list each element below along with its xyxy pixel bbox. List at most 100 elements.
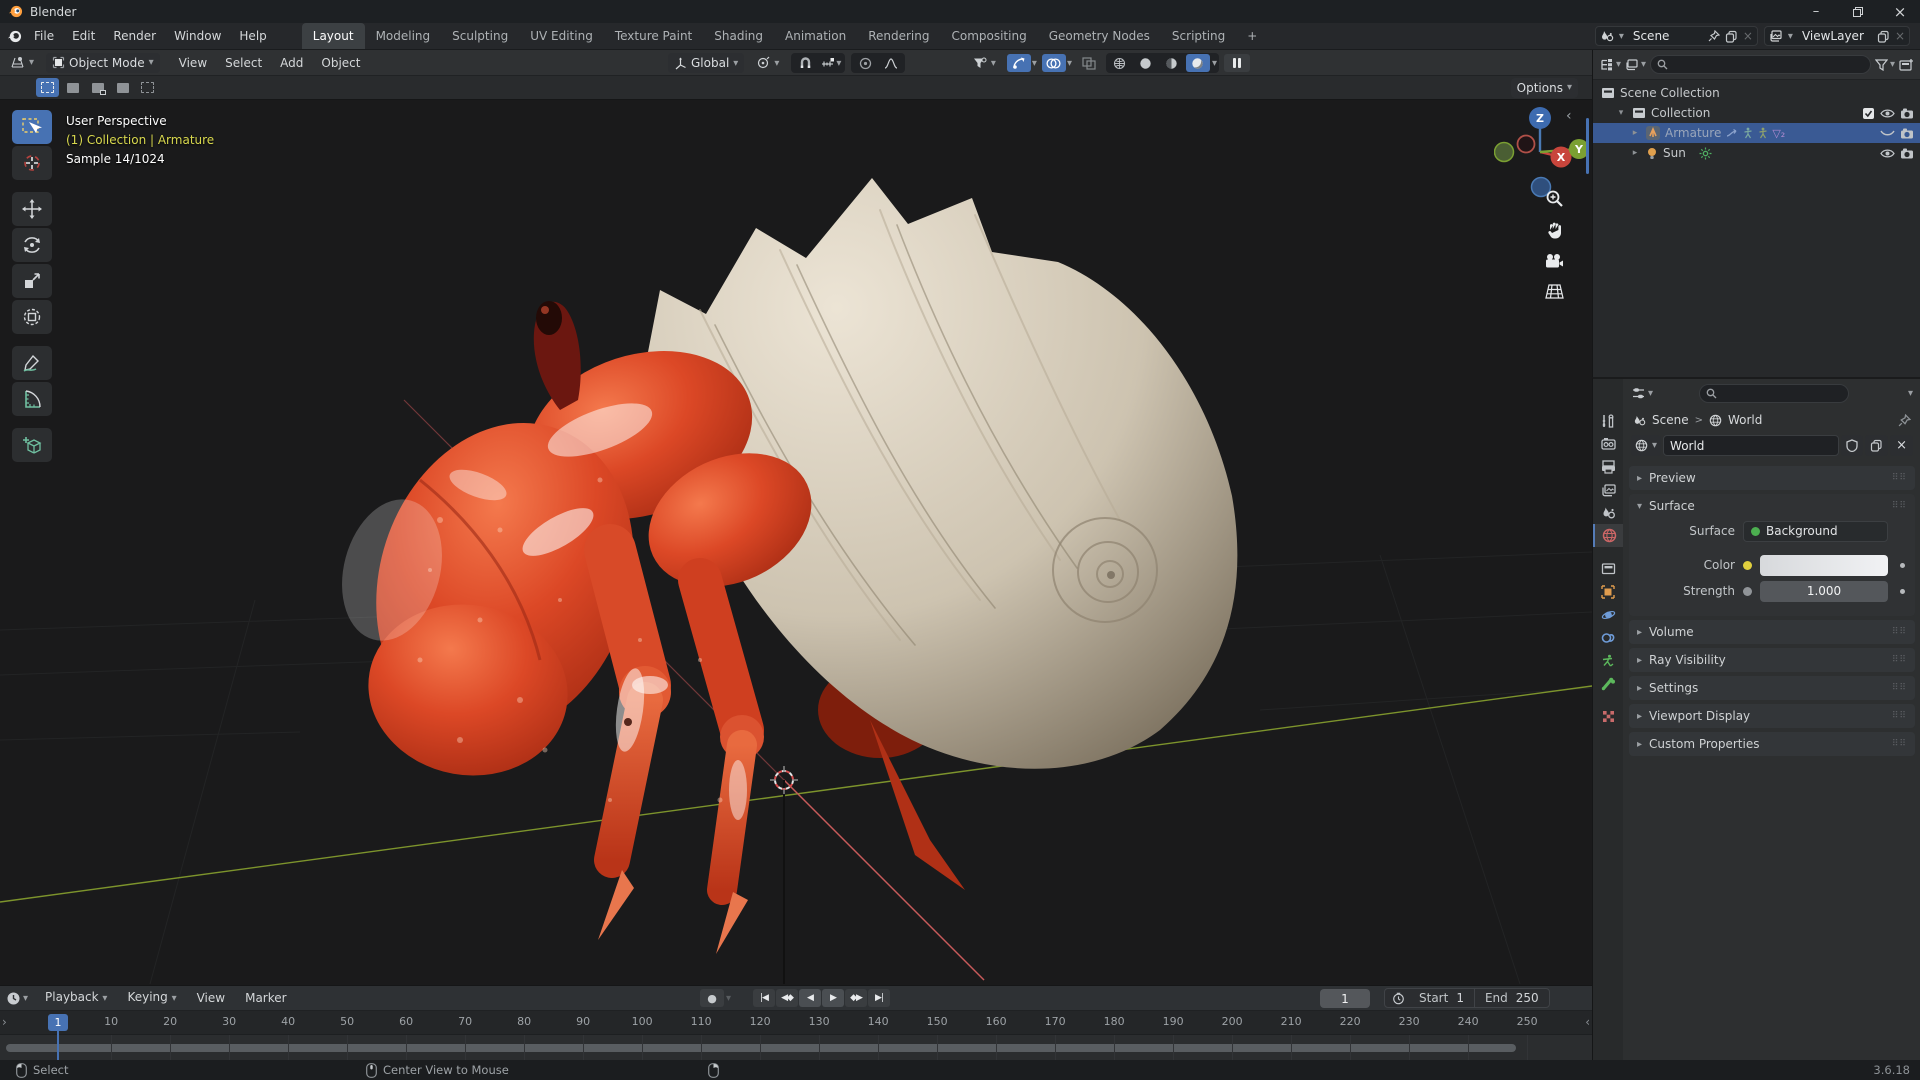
mode-dropdown[interactable]: Object Mode ▾ <box>46 52 160 73</box>
move-tool[interactable] <box>12 192 52 226</box>
end-frame-field[interactable]: End 250 <box>1475 989 1549 1007</box>
breadcrumb-scene[interactable]: Scene <box>1652 413 1689 427</box>
expander-icon[interactable]: ▾ <box>1615 108 1627 118</box>
copy-icon[interactable] <box>1725 30 1738 43</box>
jump-to-end-button[interactable]: ▶| <box>868 989 890 1007</box>
scale-tool[interactable] <box>12 264 52 298</box>
chevron-down-icon[interactable]: ▾ <box>1067 58 1072 69</box>
close-button[interactable]: × <box>1880 0 1920 23</box>
camera-visibility-icon[interactable] <box>1900 108 1914 119</box>
play-button[interactable]: ▶ <box>822 989 844 1007</box>
tab-physics[interactable] <box>1593 603 1623 626</box>
tab-geometry-nodes[interactable]: Geometry Nodes <box>1038 23 1161 49</box>
unlink-datablock-button[interactable]: × <box>1890 435 1913 456</box>
restore-button[interactable] <box>1838 0 1878 23</box>
current-frame-field[interactable]: 1 <box>1320 989 1370 1008</box>
select-mode-new[interactable] <box>36 78 59 97</box>
timeline-collapse-arrow-right[interactable]: ‹ <box>1585 1015 1590 1029</box>
tab-animation[interactable]: Animation <box>774 23 857 49</box>
select-mode-intersect[interactable] <box>136 78 159 97</box>
timeline-ruler[interactable]: › ‹ 110203040506070809010011012013014015… <box>0 1011 1592 1035</box>
fake-user-button[interactable] <box>1841 435 1864 456</box>
tab-world[interactable] <box>1593 524 1623 547</box>
timeline-menu-keying[interactable]: Keying ▾ <box>118 984 185 1012</box>
measure-tool[interactable] <box>12 382 52 416</box>
panel-grip[interactable]: ⠿⠿ <box>1892 683 1907 693</box>
minimize-button[interactable]: – <box>1796 0 1836 23</box>
outliner-row-sun[interactable]: ▸ Sun <box>1593 143 1920 163</box>
surface-shader-field[interactable]: Background <box>1743 520 1888 542</box>
timeline-menu-playback[interactable]: Playback ▾ <box>36 984 116 1012</box>
eye-icon[interactable] <box>1880 148 1895 159</box>
camera-view-button[interactable] <box>1540 247 1568 275</box>
view-layer-name[interactable]: ViewLayer <box>1798 29 1872 43</box>
menu-help[interactable]: Help <box>230 23 275 49</box>
panel-grip[interactable]: ⠿⠿ <box>1892 473 1907 483</box>
tab-compositing[interactable]: Compositing <box>940 23 1037 49</box>
menu-file[interactable]: File <box>25 23 63 49</box>
play-reverse-button[interactable]: ◀ <box>799 989 821 1007</box>
expander-icon[interactable]: ▸ <box>1629 148 1641 158</box>
jump-to-start-button[interactable]: |◀ <box>753 989 775 1007</box>
pan-view-button[interactable] <box>1540 216 1568 244</box>
tab-collection[interactable] <box>1593 557 1623 580</box>
tab-uv-editing[interactable]: UV Editing <box>519 23 604 49</box>
gizmo-x[interactable]: X <box>1550 146 1572 168</box>
world-browse-button[interactable]: ▾ <box>1631 435 1662 456</box>
outliner-display-mode-button[interactable]: ▾ <box>1625 58 1646 71</box>
options-button[interactable]: Options ▾ <box>1510 77 1578 98</box>
transform-tool[interactable] <box>12 300 52 334</box>
orthographic-toggle-button[interactable] <box>1540 277 1568 305</box>
outliner-row-collection[interactable]: ▾ Collection <box>1593 103 1920 123</box>
timeline-editor-type-button[interactable]: ▾ <box>6 991 28 1006</box>
panel-grip[interactable]: ⠿⠿ <box>1892 501 1907 511</box>
world-name-field[interactable]: World <box>1663 435 1840 456</box>
outliner-row-scene-collection[interactable]: Scene Collection <box>1593 83 1920 103</box>
prev-keyframe-button[interactable]: ◀◆ <box>776 989 798 1007</box>
tab-bone[interactable] <box>1593 672 1623 695</box>
pin-icon[interactable] <box>1708 30 1720 42</box>
auto-keying-button[interactable]: ● <box>700 989 724 1007</box>
annotate-tool[interactable] <box>12 346 52 380</box>
world-color-swatch[interactable] <box>1760 554 1888 576</box>
panel-grip[interactable]: ⠿⠿ <box>1892 627 1907 637</box>
animate-dot[interactable] <box>1900 588 1905 594</box>
add-workspace-button[interactable]: + <box>1236 23 1268 49</box>
outliner-search[interactable] <box>1650 55 1871 74</box>
outliner-filter-button[interactable]: ▾ <box>1874 58 1895 71</box>
gizmo-z[interactable]: Z <box>1529 107 1551 129</box>
select-mode-invert[interactable] <box>111 78 134 97</box>
snap-target-dropdown[interactable]: ▾ <box>819 54 843 72</box>
playhead[interactable]: 1 <box>48 1014 68 1031</box>
use-preview-range-icon[interactable] <box>1385 992 1409 1005</box>
timeline-track[interactable] <box>0 1035 1592 1060</box>
visibility-dropdown[interactable]: ▾ <box>967 53 1002 73</box>
new-collection-button[interactable] <box>1899 58 1914 71</box>
select-box-tool[interactable] <box>12 110 52 144</box>
tab-tool[interactable] <box>1593 409 1623 432</box>
editor-type-button[interactable]: ▾ <box>4 53 40 73</box>
overlays-toggle[interactable] <box>1041 54 1066 72</box>
panel-grip[interactable]: ⠿⠿ <box>1892 655 1907 665</box>
panel-preview[interactable]: ▸ Preview ⠿⠿ <box>1629 466 1915 490</box>
copy-icon[interactable] <box>1877 30 1890 43</box>
gizmos-toggle[interactable] <box>1006 54 1031 72</box>
tab-sculpting[interactable]: Sculpting <box>441 23 519 49</box>
eye-closed-icon[interactable] <box>1880 129 1895 138</box>
panel-volume[interactable]: ▸ Volume ⠿⠿ <box>1629 620 1915 644</box>
tab-view-layer[interactable] <box>1593 478 1623 501</box>
tab-object-data[interactable] <box>1593 649 1623 672</box>
panel-ray-visibility[interactable]: ▸ Ray Visibility ⠿⠿ <box>1629 648 1915 672</box>
xray-toggle[interactable] <box>1077 54 1101 72</box>
properties-search[interactable] <box>1699 383 1850 403</box>
tab-output[interactable] <box>1593 455 1623 478</box>
menu-render[interactable]: Render <box>104 23 165 49</box>
exclude-checkbox[interactable] <box>1862 107 1875 120</box>
tab-scene[interactable] <box>1593 501 1623 524</box>
viewport-menu-view[interactable]: View <box>170 50 216 76</box>
panel-viewport-display[interactable]: ▸ Viewport Display ⠿⠿ <box>1629 704 1915 728</box>
rotate-tool[interactable] <box>12 228 52 262</box>
scene-name[interactable]: Scene <box>1629 29 1703 43</box>
panel-settings[interactable]: ▸ Settings ⠿⠿ <box>1629 676 1915 700</box>
animate-dot[interactable] <box>1900 562 1905 568</box>
